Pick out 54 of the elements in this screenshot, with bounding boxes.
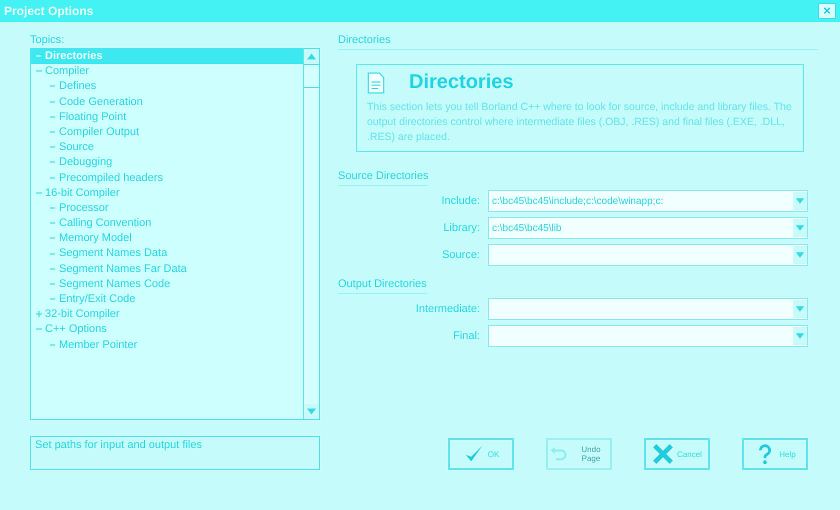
tree-item[interactable]: Compiler Output xyxy=(31,124,303,140)
section-heading: Directories xyxy=(409,71,514,94)
tree-item[interactable]: Defines xyxy=(31,79,303,95)
window-title: Project Options xyxy=(4,4,94,18)
tree-item[interactable]: Segment Names Far Data xyxy=(31,262,303,277)
dropdown-icon[interactable] xyxy=(793,192,807,210)
field-label: Source: xyxy=(441,249,480,261)
tree-item[interactable]: Debugging xyxy=(31,155,303,170)
directory-combo[interactable]: c:\bc45\bc45\lib xyxy=(488,217,808,239)
tree-item[interactable]: Segment Names Code xyxy=(31,276,303,292)
tree-item[interactable]: Compiler xyxy=(31,64,303,80)
directory-combo[interactable] xyxy=(488,244,808,266)
cancel-button[interactable]: Cancel xyxy=(644,438,710,470)
group-title: Output Directories xyxy=(338,278,427,294)
scrollbar[interactable] xyxy=(303,49,319,419)
field-label: Library: xyxy=(442,222,480,234)
tree-item[interactable]: C++ Options xyxy=(31,322,303,338)
help-button[interactable]: Help xyxy=(742,438,808,470)
dropdown-icon[interactable] xyxy=(793,300,807,318)
group-title: Source Directories xyxy=(338,170,428,186)
document-icon xyxy=(367,72,385,94)
tree-item[interactable]: Entry/Exit Code xyxy=(31,292,303,308)
tree-item[interactable]: Source xyxy=(31,140,303,156)
tree-item[interactable]: Calling Convention xyxy=(31,216,303,232)
tree-item[interactable]: Directories xyxy=(31,49,303,64)
directory-combo[interactable] xyxy=(488,298,808,320)
tree-item[interactable]: Processor xyxy=(31,200,303,216)
ok-button[interactable]: OK xyxy=(448,438,514,470)
status-text: Set paths for input and output files xyxy=(30,436,320,470)
dropdown-icon[interactable] xyxy=(793,327,807,345)
cross-icon xyxy=(652,443,674,465)
tree-item[interactable]: Memory Model xyxy=(31,231,303,246)
tree-item[interactable]: 16-bit Compiler xyxy=(31,186,303,201)
scroll-down-icon[interactable] xyxy=(304,404,319,419)
directory-combo[interactable]: c:\bc45\bc45\include;c:\code\winapp;c: xyxy=(488,190,808,212)
close-button[interactable]: × xyxy=(818,3,836,19)
dropdown-icon[interactable] xyxy=(793,219,807,237)
scroll-thumb[interactable] xyxy=(304,64,319,88)
tree-item[interactable]: 32-bit Compiler xyxy=(31,307,303,322)
field-label: Intermediate: xyxy=(414,303,480,315)
topics-label: Topics: xyxy=(30,34,66,46)
dropdown-icon[interactable] xyxy=(793,246,807,264)
tree-item[interactable]: Code Generation xyxy=(31,94,303,110)
scroll-up-icon[interactable] xyxy=(304,49,319,64)
directory-combo[interactable] xyxy=(488,325,808,347)
tree-item[interactable]: Segment Names Data xyxy=(31,246,303,262)
tree-item[interactable]: Floating Point xyxy=(31,110,303,125)
tree-item[interactable]: Member Pointer xyxy=(31,338,303,353)
field-label: Include: xyxy=(440,195,480,207)
tree-item[interactable]: Precompiled headers xyxy=(31,170,303,186)
expand-icon[interactable] xyxy=(35,310,43,318)
field-label: Final: xyxy=(452,330,480,342)
section-description: This section lets you tell Borland C++ where to look for source, include and library files. The output directories control where intermediate files (.OBJ, .RES) and final files (.EXE, .DLL, .RES) are placed. xyxy=(367,100,793,145)
section-title: Directories xyxy=(338,34,818,50)
